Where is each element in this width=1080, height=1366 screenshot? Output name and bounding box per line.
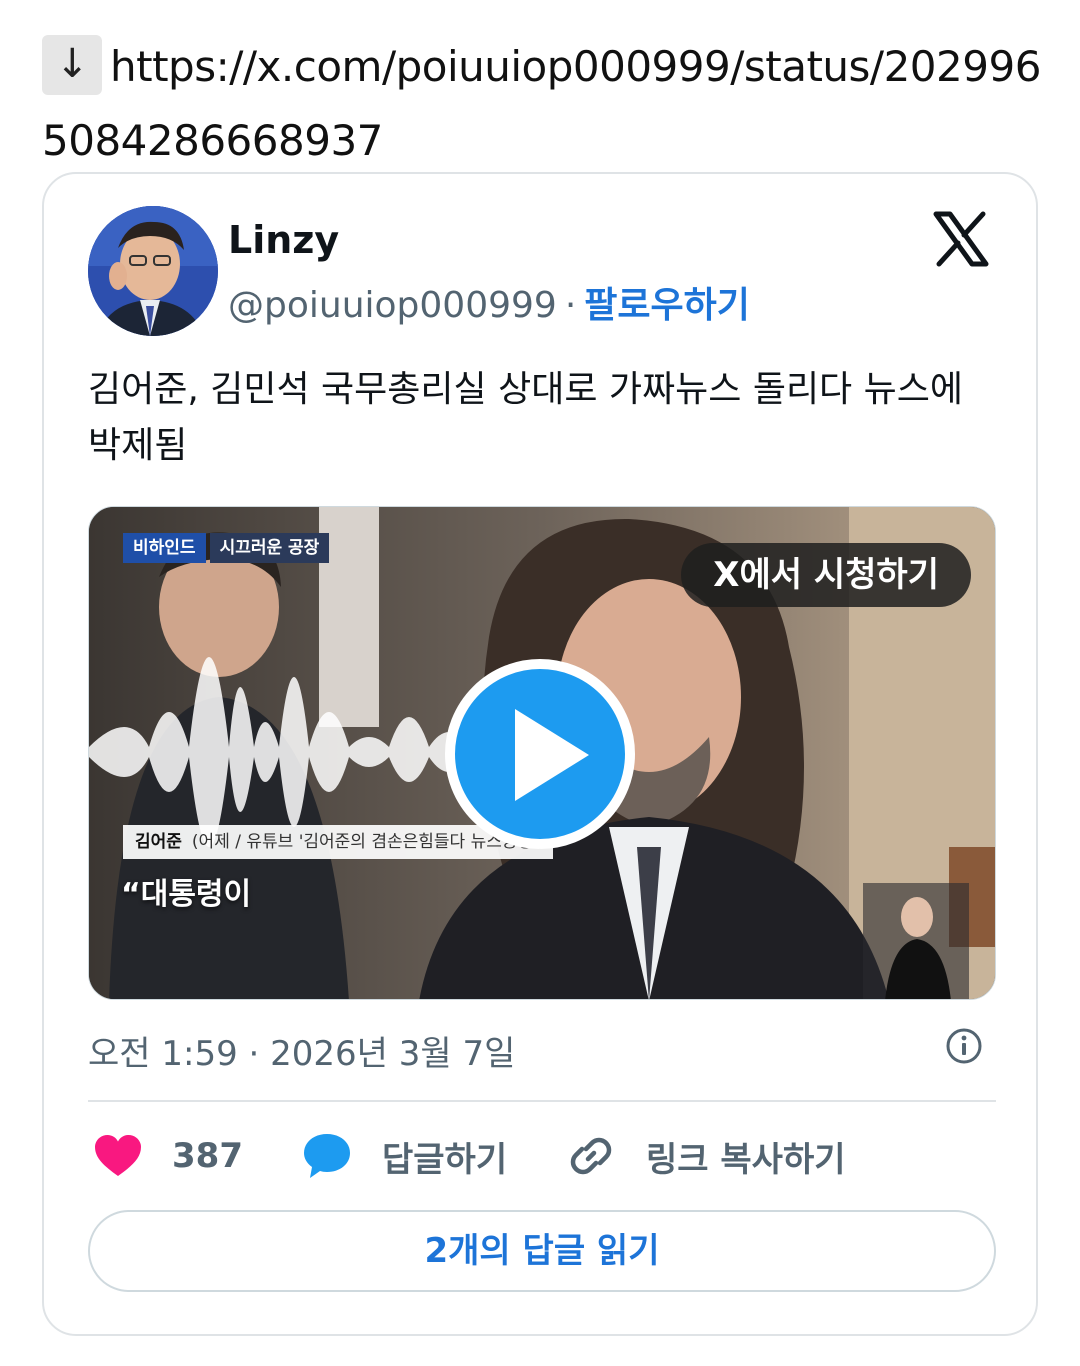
heart-icon [95, 1135, 141, 1176]
handle-row: @poiuuiop000999 · 팔로우하기 [228, 276, 750, 328]
shared-url-line[interactable]: ↓ https://x.com/poiuuiop000999/status/202… [42, 30, 1042, 178]
avatar[interactable] [88, 206, 218, 336]
x-logo-icon[interactable] [932, 210, 990, 268]
watch-on-x-button[interactable]: X에서 시청하기 [681, 543, 971, 607]
news-tag-program: 비하인드 [123, 533, 206, 563]
divider [88, 1100, 996, 1102]
copy-link-button[interactable]: 링크 복사하기 [566, 1132, 846, 1180]
info-icon[interactable] [944, 1026, 984, 1066]
tweet-embed-card: Linzy @poiuuiop000999 · 팔로우하기 김어준, 김민석 국무총… [42, 172, 1038, 1336]
follow-button[interactable]: 팔로우하기 [584, 285, 750, 326]
speech-bubble-icon [304, 1134, 350, 1178]
play-icon [515, 709, 589, 801]
play-button[interactable] [445, 659, 635, 849]
video-thumbnail[interactable]: 비하인드 시끄러운 공장 김어준 (어제 / 유튜브 '김어준의 겸손은힘들다 뉴… [88, 506, 996, 1000]
display-name[interactable]: Linzy [228, 218, 339, 262]
download-arrow-icon[interactable]: ↓ [42, 35, 102, 95]
news-tag: 비하인드 시끄러운 공장 [123, 533, 330, 563]
news-tag-segment: 시끄러운 공장 [209, 533, 330, 563]
read-replies-button[interactable]: 2개의 답글 읽기 [88, 1210, 996, 1292]
like-count: 387 [172, 1136, 243, 1176]
reply-label: 답글하기 [382, 1139, 508, 1180]
like-button[interactable]: 387 [94, 1132, 243, 1180]
caption-name: 김어준 [135, 832, 182, 852]
link-icon [570, 1137, 612, 1175]
news-quote-text: “대통령이 [121, 877, 252, 912]
copy-link-label: 링크 복사하기 [646, 1139, 846, 1180]
tweet-actions: 387 답글하기 링크 복사하기 [88, 1132, 996, 1180]
user-handle[interactable]: @poiuuiop000999 [228, 285, 557, 326]
reply-button[interactable]: 답글하기 [302, 1132, 507, 1180]
separator-dot: · [564, 285, 577, 326]
shared-url-text[interactable]: https://x.com/poiuuiop000999/status/2029… [42, 42, 1041, 165]
tweet-timestamp[interactable]: 오전 1:59 · 2026년 3월 7일 [88, 1026, 515, 1075]
tweet-text: 김어준, 김민석 국무총리실 상대로 가짜뉴스 돌리다 뉴스에 박제됨 [88, 369, 963, 466]
